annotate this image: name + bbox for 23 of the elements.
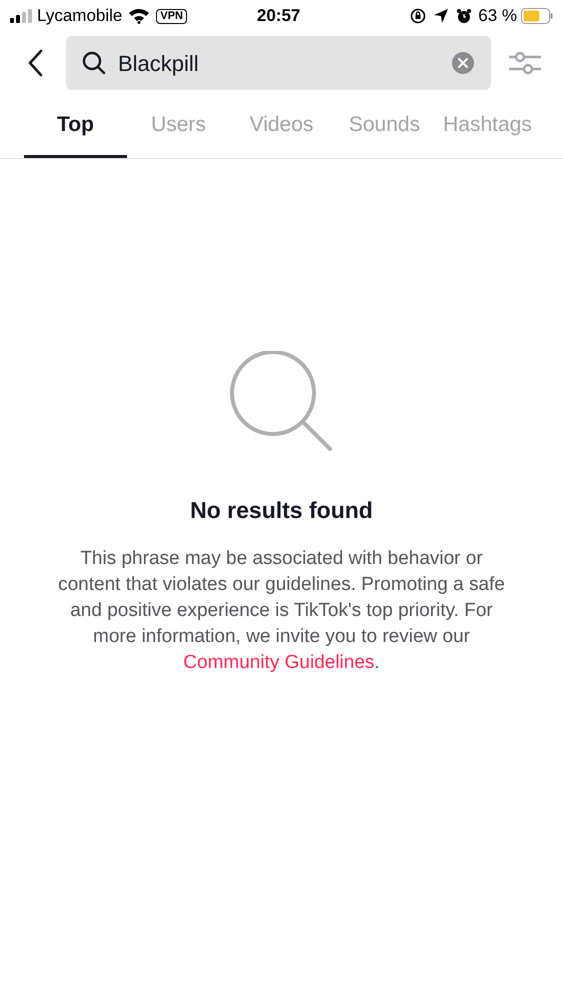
carrier-name: Lycamobile bbox=[37, 5, 122, 28]
empty-state-title: No results found bbox=[190, 496, 373, 525]
tab[interactable]: Users bbox=[127, 94, 230, 158]
clear-icon[interactable] bbox=[451, 51, 475, 75]
empty-state-message: This phrase may be associated with behavior or content that violates our guidelines. Promoting a safe and positive experience is TikTok's top priority. For more information, we invite you to review our Community Guidelines. bbox=[57, 546, 506, 674]
tab[interactable]: Videos bbox=[230, 94, 333, 158]
tab[interactable]: Top bbox=[24, 94, 127, 158]
community-guidelines-link[interactable]: Community Guidelines bbox=[183, 652, 374, 672]
vpn-badge: VPN bbox=[156, 8, 187, 24]
alarm-clock-icon bbox=[456, 8, 472, 24]
location-arrow-icon bbox=[434, 9, 448, 23]
signal-icon bbox=[10, 9, 32, 23]
clock-time: 20:57 bbox=[256, 5, 302, 28]
battery-percentage: 63 % bbox=[478, 5, 517, 28]
rotation-lock-icon bbox=[410, 8, 426, 24]
tab[interactable]: Hashtags bbox=[436, 94, 539, 158]
battery-icon bbox=[521, 8, 553, 24]
filter-sliders-icon[interactable] bbox=[509, 50, 541, 76]
tab[interactable]: Sounds bbox=[333, 94, 436, 158]
search-field[interactable]: Blackpill bbox=[66, 36, 491, 90]
wifi-icon bbox=[128, 8, 150, 24]
back-chevron-icon bbox=[27, 49, 43, 77]
search-icon bbox=[82, 51, 106, 75]
